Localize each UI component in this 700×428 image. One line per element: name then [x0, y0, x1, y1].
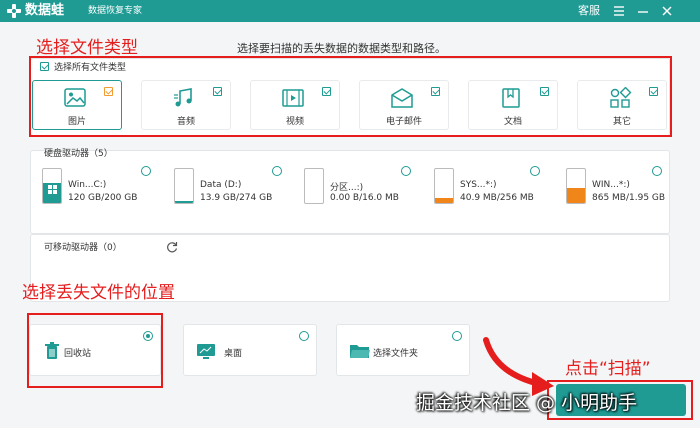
drive-name: 分区...:): [330, 183, 364, 193]
drive-size: 0.00 B/16.0 MB: [330, 193, 399, 203]
drive-icon: [434, 168, 454, 204]
drive-icon: [174, 168, 194, 204]
drive-size: 40.9 MB/256 MB: [460, 193, 534, 203]
drive-name: Data (D:): [200, 180, 242, 190]
drive-size: 13.9 GB/274 GB: [200, 193, 273, 203]
drive-radio[interactable]: [652, 166, 662, 176]
drive-radio[interactable]: [530, 166, 540, 176]
title-bar: 数据蛙 数据恢复专家 客服: [0, 0, 700, 22]
annotation-file-type: 选择文件类型: [36, 38, 138, 58]
instruction-text: 选择要扫描的丢失数据的数据类型和路径。: [237, 42, 446, 55]
desktop-icon: [196, 341, 216, 361]
app-subtitle: 数据恢复专家: [88, 6, 143, 16]
drive-name: Win...C:): [68, 180, 107, 190]
drive-icon: [304, 168, 324, 204]
hard-drives-title: 硬盘驱动器（5）: [44, 149, 113, 159]
location-select-folder[interactable]: 选择文件夹: [336, 324, 470, 376]
drive-radio[interactable]: [401, 166, 411, 176]
drive-icon: [566, 168, 586, 204]
drive-name: SYS...*:): [460, 180, 497, 190]
annotation-scan: 点击“扫描”: [565, 359, 651, 379]
drive-size: 120 GB/200 GB: [68, 193, 138, 203]
refresh-icon[interactable]: [166, 238, 178, 253]
drive-usage-fill: [435, 197, 453, 203]
windows-icon: [48, 185, 57, 194]
drive-item[interactable]: Data (D:) 13.9 GB/274 GB: [172, 166, 282, 208]
drive-radio[interactable]: [141, 166, 151, 176]
app-logo: 数据蛙: [6, 3, 64, 19]
frog-logo-icon: [6, 3, 22, 19]
annotation-location: 选择丢失文件的位置: [22, 283, 175, 303]
drive-usage-fill: [567, 188, 585, 203]
drive-usage-fill: [175, 201, 193, 203]
drive-name: WIN...*:): [592, 180, 630, 190]
file-type-highlight-box: [29, 56, 672, 137]
location-desktop[interactable]: 桌面: [183, 324, 317, 376]
menu-icon[interactable]: [612, 3, 626, 19]
close-icon[interactable]: [660, 3, 674, 19]
minimize-icon[interactable]: [636, 3, 650, 19]
location-radio[interactable]: [452, 331, 462, 341]
location-highlight-box: [27, 313, 163, 388]
app-name: 数据蛙: [25, 3, 65, 18]
drive-item[interactable]: SYS...*:) 40.9 MB/256 MB: [432, 166, 542, 208]
red-arrow-icon: [483, 337, 554, 396]
removable-drives-title: 可移动驱动器（0）: [44, 243, 122, 253]
drive-radio[interactable]: [272, 166, 282, 176]
drive-item[interactable]: 分区...:) 0.00 B/16.0 MB: [302, 166, 412, 208]
customer-service-button[interactable]: 客服: [578, 4, 600, 18]
drive-item[interactable]: WIN...*:) 865 MB/1.95 GB: [564, 166, 674, 208]
location-label: 选择文件夹: [373, 349, 419, 359]
drive-icon: [42, 168, 62, 204]
drive-item[interactable]: Win...C:) 120 GB/200 GB: [40, 166, 151, 208]
watermark-text: 掘金技术社区 @ 小明助手: [416, 392, 638, 414]
folder-icon: [349, 341, 370, 361]
location-radio[interactable]: [299, 331, 309, 341]
location-label: 桌面: [224, 349, 243, 359]
drive-size: 865 MB/1.95 GB: [592, 193, 666, 203]
